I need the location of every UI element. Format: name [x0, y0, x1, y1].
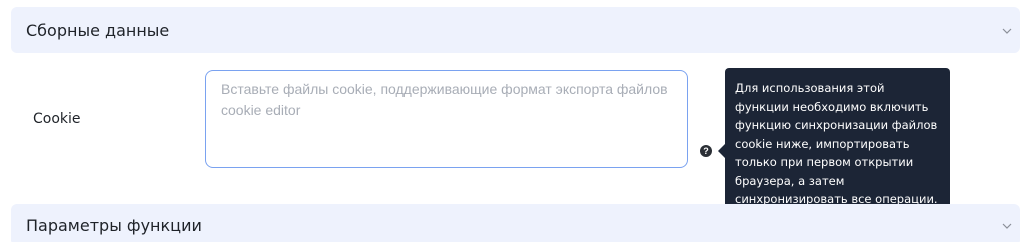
section-feature-params-header[interactable]: Параметры функции	[11, 204, 1020, 242]
section-feature-params-title: Параметры функции	[26, 216, 202, 235]
cookie-label: Cookie	[33, 111, 81, 127]
tooltip-arrow	[718, 144, 725, 158]
section-combined-data-header[interactable]: Сборные данные	[11, 7, 1020, 53]
cookie-input[interactable]	[205, 70, 688, 168]
chevron-down-icon[interactable]	[1001, 25, 1013, 37]
chevron-down-icon[interactable]	[1001, 220, 1013, 232]
section-combined-data-title: Сборные данные	[26, 21, 170, 40]
question-circle-icon[interactable]: ?	[700, 145, 712, 157]
